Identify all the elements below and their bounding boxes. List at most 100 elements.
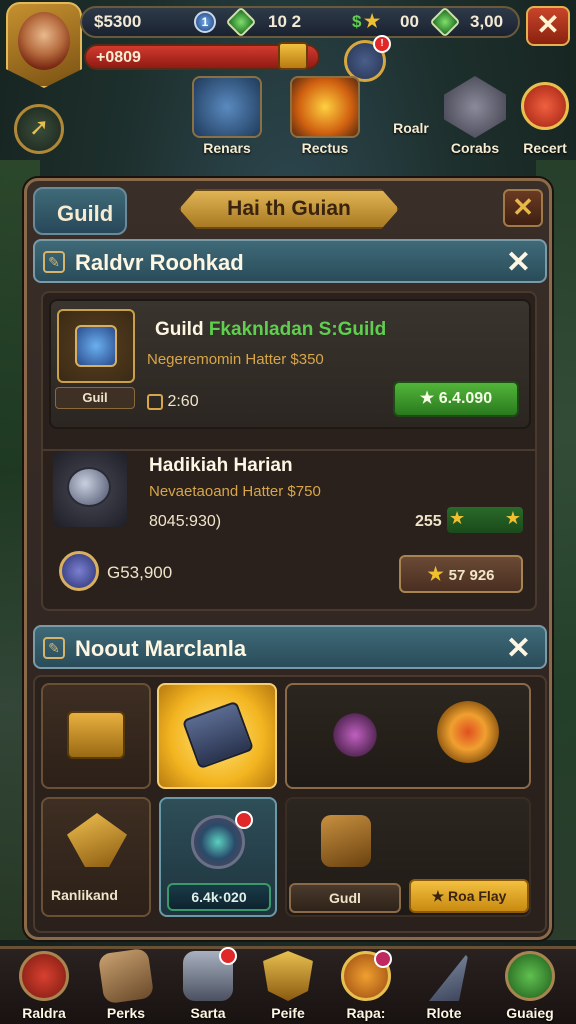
nav-label: Raldra [22,1005,66,1021]
resource-bar: $5300 1 10 2 $ ★ 00 3,00 [80,6,520,38]
menu-tile-recert[interactable]: Recert [508,76,576,162]
notification-badge [374,950,392,968]
shield-icon [19,951,69,1001]
offer-detail: 8045:930) [149,513,222,530]
nav-label: Guaieg [506,1005,554,1021]
bottom-nav: Raldra Perks Sarta Peife Rapa: Rlote Gua… [0,946,576,1024]
price-button[interactable]: 6.4k·020 [167,883,271,911]
nav-peife[interactable]: Peife [252,951,324,1024]
treasure-chest-icon [67,711,125,759]
nav-label: Peife [271,1005,305,1021]
section-header-offers: ✎ Raldvr Roohkad ✕ [33,239,547,283]
menu-tile-label: Roalr [393,120,429,136]
guild-emblem-icon [505,951,555,1001]
menu-tile-rectus[interactable]: Rectus [288,76,362,162]
green-gem-icon [225,6,257,38]
edit-icon[interactable]: ✎ [43,637,65,659]
notification-badge: ! [373,35,391,53]
close-game-button[interactable]: ✕ [526,6,570,46]
sun-medallion-icon [437,701,499,763]
star-icon: ★ [504,508,521,528]
nav-rapa[interactable]: Rapa: [330,950,402,1024]
nav-label: Rapa: [346,1005,386,1021]
star-rating-bar: ★ ★ [447,507,523,533]
section-header-marketplace: ✎ Noout Marclanla ✕ [33,625,547,669]
guild-panel: Guild Hai th Guian ✕ ✎ Raldvr Roohkad ✕ … [24,178,552,940]
cell-label: Ranlikand [51,887,118,903]
guild-chest-icon [57,309,135,383]
gold-amount: G53,900 [107,563,173,582]
nav-label: Sarta [190,1005,226,1021]
notification-badge [235,811,253,829]
dollar-icon: $ [352,12,362,31]
offer-subtitle: Negeremomin Hatter $350 [147,351,324,368]
medal-icon [341,950,392,1001]
panel-close-button[interactable]: ✕ [503,189,543,227]
grid-item-chest[interactable] [41,683,151,789]
featured-button[interactable]: ★ Roa Flay [409,879,529,913]
gold-coin-icon [59,551,99,591]
gold-count: $5300 [94,12,142,31]
chest-icon[interactable] [278,42,308,70]
menu-tile-label: Corabs [450,140,500,156]
scroll-icon [321,815,371,867]
star-icon: ★ [364,11,381,31]
nav-sarta[interactable]: Sarta [172,947,244,1024]
grid-item-relic[interactable]: Ranlikand [41,797,151,917]
sunburst-icon [290,76,360,138]
coin-icon [147,393,163,410]
expand-arrow-button[interactable]: ➚ [14,104,64,154]
gem-icon: ★ [419,390,439,407]
panel-title: Hai th Guian [179,189,399,229]
buy-button-brown[interactable]: ★ 57 926 [399,555,523,593]
nav-label: Rlote [426,1005,462,1021]
section-close-button[interactable]: ✕ [506,245,531,280]
item-label: Guil [55,387,135,409]
avatar-face-icon [18,12,70,70]
gem-count: 10 2 [268,12,302,31]
crest-icon [263,951,313,1001]
menu-tile-label: Renars [203,140,251,156]
armor-icon [183,947,237,1001]
green-gem-icon-2 [429,6,461,38]
hp-value: +0809 [96,49,141,66]
grid-item-scroll[interactable]: Gudl ★ Roa Flay [285,797,531,917]
staff-icon [325,705,385,765]
edit-icon[interactable]: ✎ [43,251,65,273]
star-icon: ★ [427,564,449,584]
sword-icon [429,951,469,1001]
level-badge-icon: 1 [194,11,216,33]
hero-portrait-icon [192,76,262,138]
nav-label: Perks [106,1005,146,1021]
helmet-icon [444,76,506,138]
menu-tile-renars[interactable]: Renars [190,76,264,162]
offer-price: 2:60 [147,393,199,411]
gauntlet-icon [181,700,255,770]
guild-button[interactable]: Gudl [289,883,401,913]
tab-guild[interactable]: Guild [33,187,127,235]
section-close-button[interactable]: ✕ [506,631,531,666]
buy-button-green[interactable]: ★ 6.4.090 [393,381,519,417]
target-icon [521,82,569,130]
player-avatar[interactable] [6,2,82,88]
grid-item-amulet[interactable]: 6.4k·020 [159,797,277,917]
section-title: Noout Marclanla [75,636,247,661]
menu-tile-label: Recert [523,140,567,156]
nav-rlote[interactable]: Rlote [408,951,480,1024]
nav-raldra[interactable]: Raldra [8,951,80,1024]
star-count: 00 [400,12,419,31]
star-icon: ★ [431,888,449,904]
nav-perks[interactable]: Perks [90,947,162,1024]
menu-tile-label: Rectus [301,140,349,156]
orb-icon [53,451,127,527]
star-icon: ★ [449,508,466,528]
offer-title-2: Hadikiah Harian [149,455,293,476]
menu-tile-corabs[interactable]: Corabs [438,76,512,162]
book-icon [97,947,155,1005]
nav-guaieg[interactable]: Guaieg [494,951,566,1024]
grid-item-featured[interactable] [157,683,277,789]
offer-subtitle-2: Nevaetaoand Hatter $750 [149,483,321,500]
crown-icon [67,813,127,867]
grid-item-wide[interactable] [285,683,531,789]
stars-value: 255 [415,513,442,530]
